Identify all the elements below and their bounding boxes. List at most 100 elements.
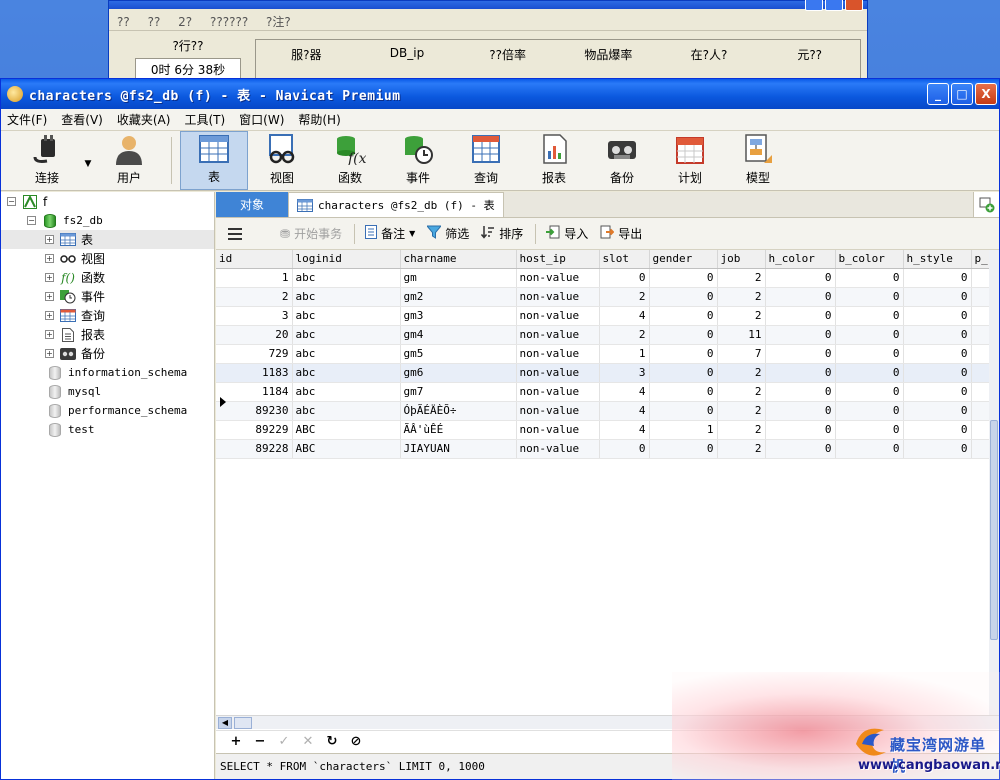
table-cell[interactable]: 2 <box>717 287 766 307</box>
connect-button[interactable]: 连接 <box>13 131 81 190</box>
collapse-icon[interactable]: − <box>27 216 36 225</box>
table-cell[interactable]: 0 <box>649 268 718 288</box>
menu-help[interactable]: 帮助(H) <box>298 111 340 128</box>
minimize-button[interactable]: _ <box>927 83 949 105</box>
column-header[interactable]: b_color <box>835 250 904 269</box>
table-row[interactable]: 729 abc gm5 non-value 1 0 7 0 0 0 <box>216 344 994 364</box>
bg-menu-item[interactable]: 2? <box>178 15 192 29</box>
column-header[interactable]: slot <box>599 250 650 269</box>
table-cell[interactable]: ABC <box>292 420 401 440</box>
table-cell[interactable]: 4 <box>599 306 650 326</box>
function-button[interactable]: f(x) 函数 <box>316 131 384 190</box>
column-header[interactable]: job <box>717 250 766 269</box>
add-record-button[interactable]: + <box>224 734 248 749</box>
table-cell[interactable]: 2 <box>717 401 766 421</box>
table-cell[interactable]: 0 <box>835 420 904 440</box>
expand-icon[interactable]: + <box>45 235 54 244</box>
table-cell[interactable]: 0 <box>649 363 718 383</box>
menu-file[interactable]: 文件(F) <box>7 111 47 128</box>
column-header[interactable]: id <box>216 250 293 269</box>
vertical-scrollbar[interactable] <box>989 250 999 715</box>
table-cell[interactable]: 2 <box>717 306 766 326</box>
table-cell[interactable]: 1184 <box>216 382 293 402</box>
table-cell[interactable]: 0 <box>835 287 904 307</box>
table-cell[interactable]: gm <box>400 268 517 288</box>
table-button[interactable]: 表 <box>180 131 248 190</box>
schedule-button[interactable]: 计划 <box>656 131 724 190</box>
memo-button[interactable]: 备注 ▼ <box>365 225 415 242</box>
user-button[interactable]: 用户 <box>95 131 163 190</box>
delete-record-button[interactable]: − <box>248 734 272 749</box>
horizontal-scroll-thumb[interactable] <box>234 717 252 729</box>
table-cell[interactable]: 0 <box>835 439 904 459</box>
tree-item-reports[interactable]: + 报表 <box>1 325 214 344</box>
table-cell[interactable]: 0 <box>765 420 836 440</box>
table-cell[interactable]: 0 <box>649 439 718 459</box>
table-cell[interactable]: 0 <box>649 306 718 326</box>
expand-icon[interactable]: + <box>45 311 54 320</box>
table-cell[interactable]: ABC <box>292 439 401 459</box>
table-cell[interactable]: 0 <box>649 287 718 307</box>
table-cell[interactable]: 4 <box>599 401 650 421</box>
table-cell[interactable]: 0 <box>835 344 904 364</box>
apply-changes-button[interactable]: ✓ <box>272 734 296 749</box>
table-cell[interactable]: 0 <box>765 382 836 402</box>
tab-characters-table[interactable]: characters @fs2_db (f) - 表 <box>288 192 504 217</box>
table-cell[interactable]: abc <box>292 287 401 307</box>
column-header[interactable]: loginid <box>292 250 401 269</box>
bg-menu-item[interactable]: ?? <box>148 15 161 29</box>
menu-view[interactable]: 查看(V) <box>61 111 103 128</box>
table-cell[interactable]: 0 <box>765 325 836 345</box>
menu-tools[interactable]: 工具(T) <box>184 111 225 128</box>
table-cell[interactable]: abc <box>292 363 401 383</box>
table-cell[interactable]: 1 <box>599 344 650 364</box>
table-cell[interactable]: non-value <box>516 420 600 440</box>
tree-item-backups[interactable]: + 备份 <box>1 344 214 363</box>
column-header[interactable]: h_style <box>903 250 972 269</box>
filter-button[interactable]: 筛选 <box>426 225 469 242</box>
table-cell[interactable]: 0 <box>903 325 972 345</box>
table-cell[interactable]: non-value <box>516 344 600 364</box>
table-cell[interactable]: 0 <box>835 382 904 402</box>
table-cell[interactable]: gm2 <box>400 287 517 307</box>
tree-item-tables[interactable]: + 表 <box>1 230 214 249</box>
table-cell[interactable]: 0 <box>903 363 972 383</box>
table-cell[interactable]: 2 <box>717 363 766 383</box>
tree-item-functions[interactable]: + f() 函数 <box>1 268 214 287</box>
table-cell[interactable]: gm6 <box>400 363 517 383</box>
discard-changes-button[interactable]: ✕ <box>296 734 320 749</box>
table-cell[interactable]: 0 <box>765 401 836 421</box>
bg-minimize-button[interactable] <box>805 0 823 11</box>
new-tab-button[interactable] <box>973 192 999 217</box>
close-button[interactable]: X <box>975 83 997 105</box>
model-button[interactable]: 模型 <box>724 131 792 190</box>
column-header[interactable]: charname <box>400 250 517 269</box>
expand-icon[interactable]: + <box>45 254 54 263</box>
table-cell[interactable]: 1 <box>649 420 718 440</box>
table-cell[interactable]: 0 <box>599 439 650 459</box>
title-bar[interactable]: characters @fs2_db (f) - 表 - Navicat Pre… <box>1 79 999 109</box>
table-cell[interactable]: 0 <box>903 420 972 440</box>
connect-dropdown-icon[interactable]: ▼ <box>81 137 95 190</box>
table-cell[interactable]: abc <box>292 306 401 326</box>
tree-item-views[interactable]: + 视图 <box>1 249 214 268</box>
table-cell[interactable]: 0 <box>599 268 650 288</box>
table-cell[interactable]: 7 <box>717 344 766 364</box>
table-cell[interactable]: 0 <box>765 344 836 364</box>
bg-close-button[interactable] <box>845 0 863 11</box>
table-cell[interactable]: non-value <box>516 287 600 307</box>
table-cell[interactable]: 89229 <box>216 420 293 440</box>
table-cell[interactable]: gm7 <box>400 382 517 402</box>
table-cell[interactable]: 0 <box>765 287 836 307</box>
expand-icon[interactable]: + <box>45 273 54 282</box>
table-cell[interactable]: abc <box>292 268 401 288</box>
table-row[interactable]: 89228 ABC JIAYUAN non-value 0 0 2 0 0 0 <box>216 439 994 459</box>
bg-menu-item[interactable]: ?注? <box>266 15 291 29</box>
table-cell[interactable]: 0 <box>765 439 836 459</box>
table-cell[interactable]: 11 <box>717 325 766 345</box>
table-cell[interactable]: non-value <box>516 382 600 402</box>
scroll-left-icon[interactable]: ◀ <box>218 717 232 729</box>
table-cell[interactable]: 0 <box>649 325 718 345</box>
table-cell[interactable]: 0 <box>835 325 904 345</box>
table-cell[interactable]: 1 <box>216 268 293 288</box>
